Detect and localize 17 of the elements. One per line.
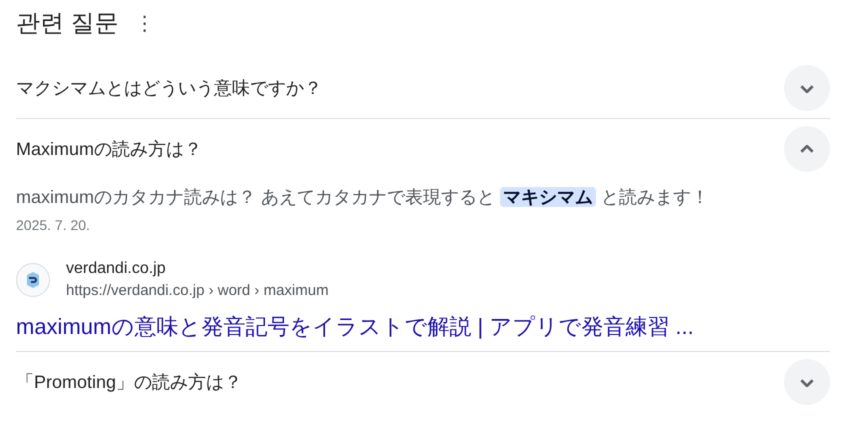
question-text[interactable]: 「Promoting」の読み方は？ <box>16 368 242 396</box>
result-link[interactable]: maximumの意味と発音記号をイラストで解説 | アプリで発音練習 ... <box>16 310 694 343</box>
more-menu-button[interactable]: ⋮ <box>134 14 155 34</box>
answer-text: maximumのカタカナ読みは？ あえてカタカナで表現すると マキシマム と読みます！ <box>16 186 710 209</box>
expand-button[interactable] <box>784 65 830 111</box>
site-logo-icon <box>16 263 50 297</box>
site-name: verdandi.co.jp <box>66 259 167 279</box>
question-text[interactable]: Maximumの読み方は？ <box>16 136 202 162</box>
answer-date: 2025. 7. 20. <box>16 216 91 235</box>
expand-button[interactable] <box>784 126 830 172</box>
expand-button[interactable] <box>784 359 830 405</box>
chevron-down-icon <box>800 378 814 386</box>
section-title: 관련 질문 <box>16 9 119 39</box>
question-text[interactable]: マクシマムとはどういう意味ですか？ <box>16 74 322 102</box>
chevron-up-icon <box>800 144 814 154</box>
site-url: https://verdandi.co.jp › word › maximum <box>66 281 329 301</box>
chevron-down-icon <box>800 84 814 92</box>
